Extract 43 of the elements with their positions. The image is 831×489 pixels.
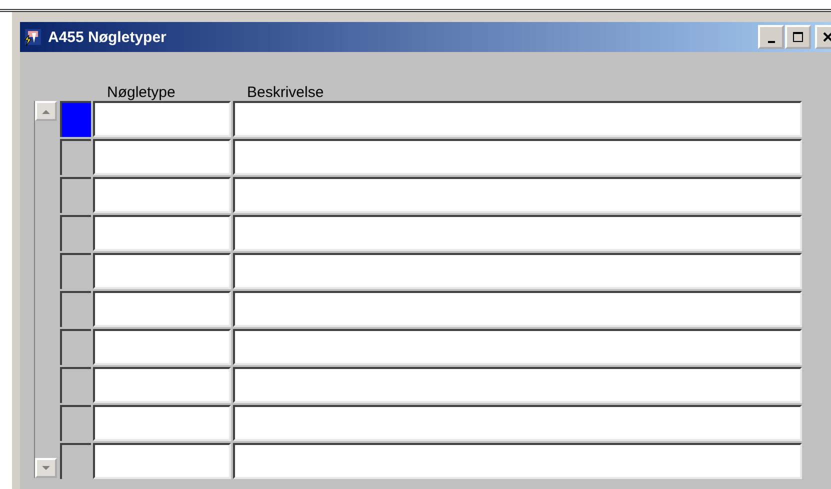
record-indicator[interactable] — [60, 291, 91, 327]
input-field[interactable] — [233, 367, 802, 403]
minimize-icon — [768, 40, 774, 42]
maximize-button[interactable] — [785, 25, 811, 49]
record-indicator[interactable] — [60, 367, 91, 403]
input-field[interactable] — [93, 291, 231, 327]
input-field[interactable] — [93, 101, 231, 137]
input-field[interactable] — [233, 215, 802, 251]
record-indicator[interactable] — [60, 329, 91, 365]
input-field[interactable] — [233, 253, 802, 289]
input-field[interactable] — [93, 405, 231, 441]
app-icon — [23, 27, 43, 47]
input-field[interactable] — [233, 139, 802, 175]
input-field[interactable] — [233, 443, 802, 479]
input-field[interactable] — [233, 101, 802, 137]
record-indicator[interactable] — [60, 443, 91, 479]
input-field[interactable] — [93, 253, 231, 289]
up-arrow-icon — [42, 108, 50, 114]
minimize-button[interactable] — [758, 25, 784, 49]
input-field[interactable] — [93, 367, 231, 403]
scroll-down-button[interactable] — [35, 458, 57, 478]
scrollbar[interactable] — [34, 101, 58, 478]
input-field[interactable] — [93, 215, 231, 251]
input-field[interactable] — [233, 291, 802, 327]
input-field[interactable] — [233, 177, 802, 213]
down-arrow-icon — [42, 466, 50, 470]
input-field[interactable] — [93, 139, 231, 175]
record-indicator[interactable] — [60, 253, 91, 289]
column-header: Beskrivelse — [247, 84, 324, 101]
input-field[interactable] — [93, 443, 231, 479]
record-indicator[interactable] — [60, 177, 91, 213]
close-icon — [822, 31, 831, 43]
record-indicator[interactable] — [60, 405, 91, 441]
input-field[interactable] — [93, 177, 231, 213]
maximize-icon — [792, 31, 804, 43]
input-field[interactable] — [93, 329, 231, 365]
input-field[interactable] — [233, 405, 802, 441]
input-field[interactable] — [233, 329, 802, 365]
scroll-up-button[interactable] — [35, 101, 57, 121]
column-header: Nøgletype — [107, 84, 176, 101]
record-indicator[interactable] — [60, 215, 91, 251]
record-indicator[interactable] — [60, 139, 91, 175]
window-title: A455 Nøgletyper — [48, 28, 168, 46]
